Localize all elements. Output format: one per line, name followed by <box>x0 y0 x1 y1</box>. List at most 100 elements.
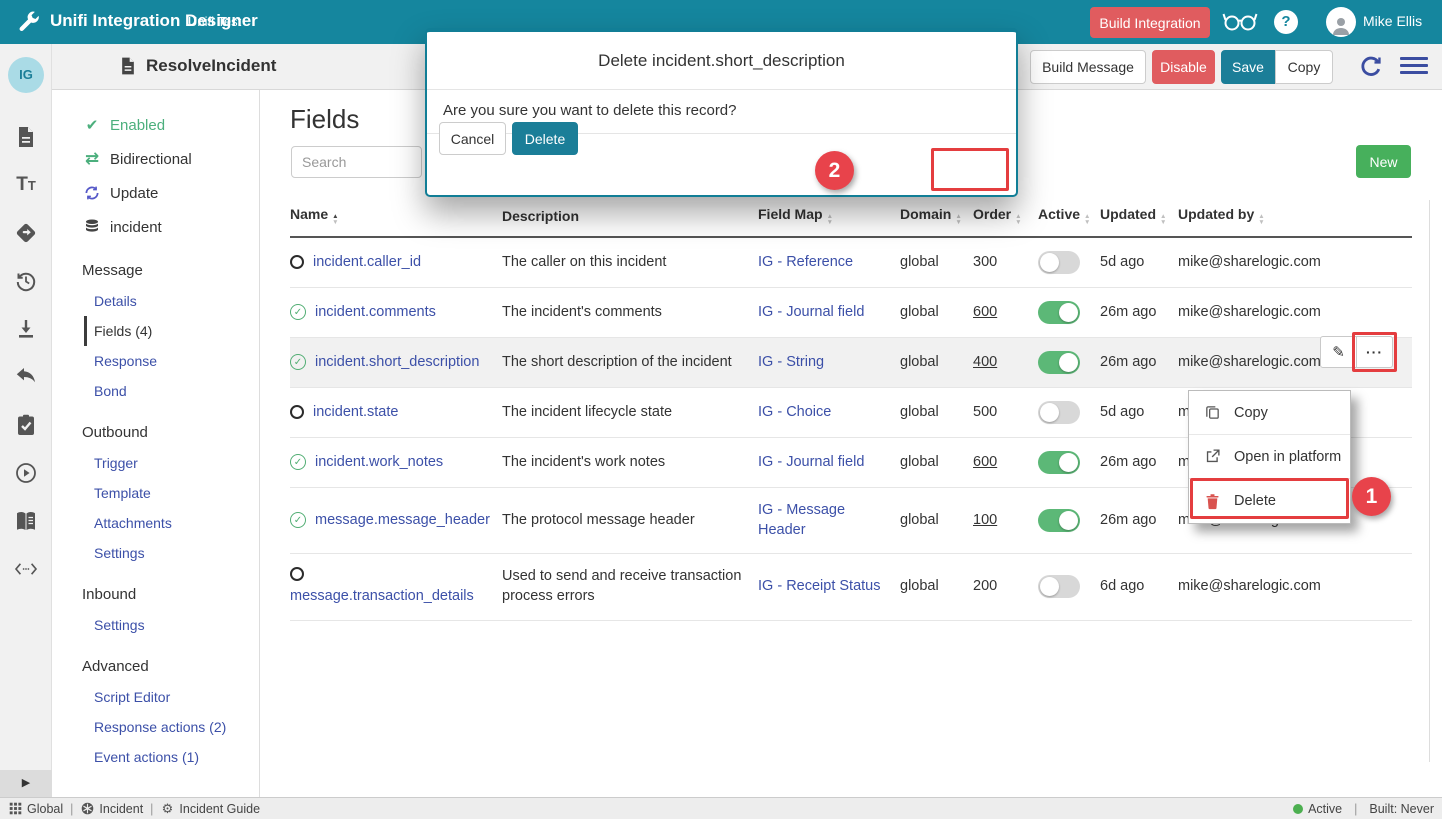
field-map-link[interactable]: IG - Reference <box>758 254 853 270</box>
sidebar-status-update[interactable]: Update <box>52 176 259 210</box>
integration-avatar[interactable]: IG <box>8 57 44 93</box>
new-button[interactable]: New <box>1356 145 1411 178</box>
field-map-link[interactable]: IG - Choice <box>758 404 831 420</box>
icon-rail: IG TT ▶ <box>0 44 52 797</box>
sidebar-item-settings[interactable]: Settings <box>52 610 259 640</box>
column-header-updated-by[interactable]: Updated by▲▼ <box>1178 198 1412 237</box>
context-menu-item-copy[interactable]: Copy <box>1189 391 1350 435</box>
external-link-icon <box>1204 448 1221 465</box>
built-label: Built: Never <box>1369 802 1434 816</box>
active-toggle[interactable] <box>1038 351 1080 374</box>
column-header-field-map[interactable]: Field Map▲▼ <box>758 198 900 237</box>
cancel-button[interactable]: Cancel <box>439 122 506 155</box>
code-icon[interactable] <box>13 556 39 582</box>
context-menu-item-open-in-platform[interactable]: Open in platform <box>1189 435 1350 479</box>
field-name-link[interactable]: message.message_header <box>315 512 490 528</box>
reply-icon[interactable] <box>13 364 39 390</box>
column-header-description[interactable]: Description <box>502 198 758 237</box>
active-toggle[interactable] <box>1038 451 1080 474</box>
copy-button[interactable]: Copy <box>1275 50 1333 84</box>
glasses-icon[interactable] <box>1222 10 1258 34</box>
field-order[interactable]: 600 <box>973 454 997 470</box>
field-map-link[interactable]: IG - Journal field <box>758 304 864 320</box>
statusbar-incident-guide[interactable]: ⚙Incident Guide <box>160 802 260 816</box>
sort-icon[interactable]: ▲▼ <box>827 214 833 226</box>
field-order: 300 <box>973 254 997 270</box>
confirm-delete-button[interactable]: Delete <box>512 122 578 155</box>
field-map-link[interactable]: IG - Receipt Status <box>758 578 881 594</box>
document-icon <box>118 56 138 78</box>
field-order[interactable]: 600 <box>973 304 997 320</box>
field-order[interactable]: 100 <box>973 512 997 528</box>
directions-icon[interactable] <box>13 220 39 246</box>
tasks-icon[interactable] <box>13 412 39 438</box>
sidebar-item-fields-4[interactable]: Fields (4) <box>84 316 259 346</box>
sidebar-item-script-editor[interactable]: Script Editor <box>52 682 259 712</box>
column-header-domain[interactable]: Domain▲▼ <box>900 198 973 237</box>
field-name-link[interactable]: message.transaction_details <box>290 588 474 604</box>
sort-icon[interactable]: ▲▼ <box>1160 214 1166 226</box>
field-name-link[interactable]: incident.short_description <box>315 354 479 370</box>
active-toggle[interactable] <box>1038 401 1080 424</box>
text-icon[interactable]: TT <box>13 172 39 198</box>
search-input[interactable] <box>291 146 422 178</box>
app-subtitle[interactable]: Unifi Test <box>188 14 241 29</box>
more-actions-button[interactable]: ··· <box>1356 336 1393 368</box>
sidebar-status-bidirectional[interactable]: ⇄Bidirectional <box>52 142 259 176</box>
active-toggle[interactable] <box>1038 251 1080 274</box>
sort-icon[interactable]: ▲▼ <box>1258 214 1264 226</box>
sort-icon[interactable]: ▲▼ <box>1015 214 1021 226</box>
book-icon[interactable] <box>13 508 39 534</box>
active-toggle[interactable] <box>1038 301 1080 324</box>
active-check-icon: ✓ <box>290 304 306 320</box>
field-order[interactable]: 400 <box>973 354 997 370</box>
field-name-link[interactable]: incident.state <box>313 404 398 420</box>
sort-icon[interactable]: ▲▼ <box>332 214 338 226</box>
menu-icon[interactable] <box>1400 57 1428 77</box>
sidebar-item-attachments[interactable]: Attachments <box>52 508 259 538</box>
context-menu-item-delete[interactable]: Delete <box>1189 479 1350 523</box>
download-icon[interactable] <box>13 316 39 342</box>
user-name[interactable]: Mike Ellis <box>1363 13 1422 29</box>
field-name-link[interactable]: incident.work_notes <box>315 454 443 470</box>
play-icon[interactable] <box>13 460 39 486</box>
sidebar-item-response[interactable]: Response <box>52 346 259 376</box>
build-message-button[interactable]: Build Message <box>1030 50 1146 84</box>
statusbar-global[interactable]: Global <box>8 802 63 816</box>
refresh-icon[interactable] <box>1358 54 1384 80</box>
sidebar-item-bond[interactable]: Bond <box>52 376 259 406</box>
document-icon[interactable] <box>13 124 39 150</box>
field-name-link[interactable]: incident.caller_id <box>313 254 421 270</box>
sidebar-item-settings[interactable]: Settings <box>52 538 259 568</box>
sidebar-item-details[interactable]: Details <box>52 286 259 316</box>
field-domain: global <box>900 237 973 288</box>
help-icon[interactable]: ? <box>1274 10 1298 34</box>
column-header-updated[interactable]: Updated▲▼ <box>1100 198 1178 237</box>
field-name-link[interactable]: incident.comments <box>315 304 436 320</box>
history-icon[interactable] <box>13 268 39 294</box>
sort-icon[interactable]: ▲▼ <box>955 214 961 226</box>
field-map-link[interactable]: IG - String <box>758 354 824 370</box>
active-toggle[interactable] <box>1038 509 1080 532</box>
column-header-active[interactable]: Active▲▼ <box>1038 198 1100 237</box>
save-button[interactable]: Save <box>1221 50 1275 84</box>
expand-sidebar-button[interactable]: ▶ <box>0 770 52 797</box>
sidebar-status-enabled[interactable]: ✔Enabled <box>52 108 259 142</box>
sidebar-status-incident[interactable]: incident <box>52 210 259 244</box>
sidebar-item-event-actions-1[interactable]: Event actions (1) <box>52 742 259 772</box>
edit-button[interactable]: ✎ <box>1320 336 1357 368</box>
sidebar-item-response-actions-2[interactable]: Response actions (2) <box>52 712 259 742</box>
field-map-link[interactable]: IG - Journal field <box>758 454 864 470</box>
sidebar-item-template[interactable]: Template <box>52 478 259 508</box>
user-avatar[interactable] <box>1326 7 1356 37</box>
column-header-order[interactable]: Order▲▼ <box>973 198 1038 237</box>
field-domain: global <box>900 438 973 488</box>
field-map-link[interactable]: IG - Message Header <box>758 502 845 538</box>
statusbar-incident[interactable]: Incident <box>80 802 143 816</box>
active-toggle[interactable] <box>1038 575 1080 598</box>
column-header-name[interactable]: Name▲▼ <box>290 198 502 237</box>
sidebar-item-trigger[interactable]: Trigger <box>52 448 259 478</box>
sort-icon[interactable]: ▲▼ <box>1084 214 1090 226</box>
disable-button[interactable]: Disable <box>1152 50 1215 84</box>
build-integration-button[interactable]: Build Integration <box>1090 7 1210 38</box>
